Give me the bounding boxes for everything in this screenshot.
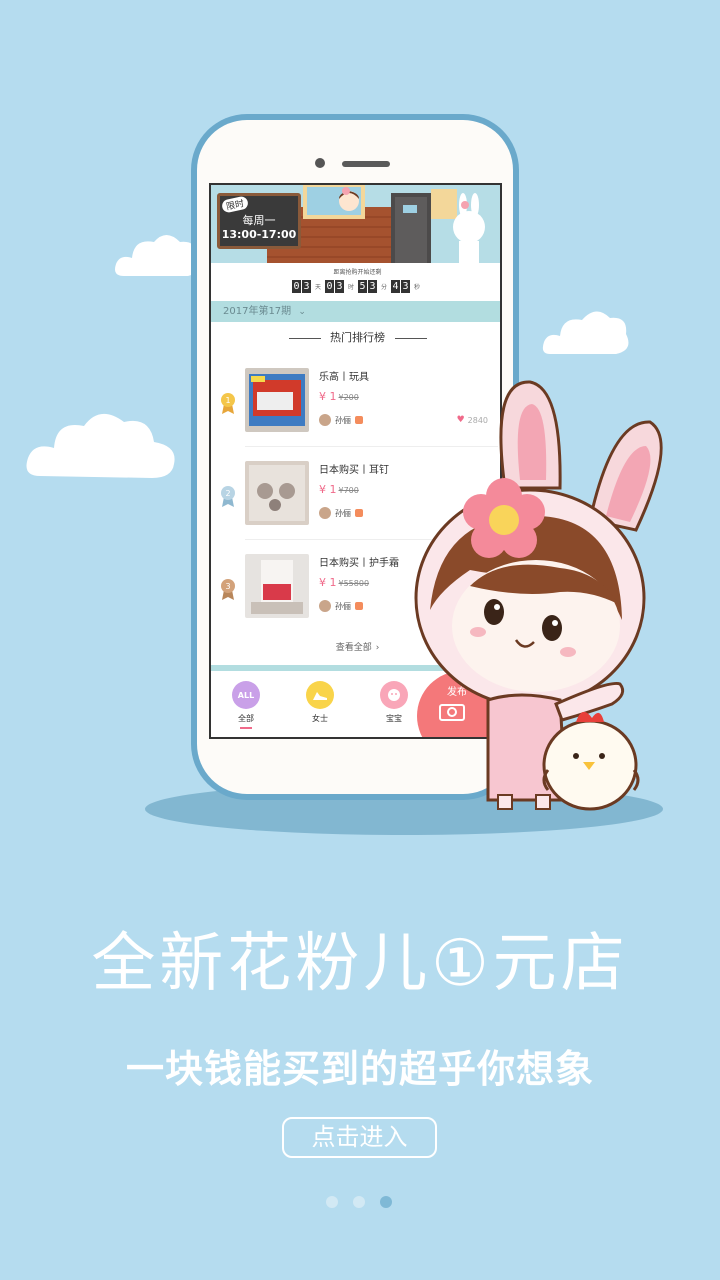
countdown-title: 距离抢购开始还剩 — [333, 269, 382, 276]
countdown-digit: 3 — [301, 280, 311, 293]
item-price-value: ¥ 1 — [319, 576, 337, 589]
item-price: ¥ 1 ¥200 — [319, 390, 359, 403]
item-price-value: ¥ 1 — [319, 390, 337, 403]
period-label: 2017年第17期 — [223, 306, 292, 317]
item-title: 乐高丨玩具 — [319, 372, 369, 383]
silver-medal-icon: 2 — [221, 486, 235, 507]
countdown-unit-hour: 时 — [347, 284, 354, 291]
item-thumbnail — [245, 554, 309, 618]
enter-button[interactable]: 点击进入 — [282, 1117, 437, 1158]
avatar — [319, 414, 331, 426]
publish-label: 发布 — [447, 687, 467, 698]
period-selector[interactable]: 2017年第17期 ⌄ — [211, 301, 500, 322]
countdown-digits: 0 3 天 0 3 时 5 3 分 4 3 秒 — [211, 280, 500, 293]
phone-camera — [315, 158, 325, 168]
verified-badge-icon — [355, 602, 363, 610]
schedule-day: 每周一 — [242, 214, 276, 227]
chevron-down-icon: ⌄ — [298, 307, 306, 317]
likes[interactable]: ♥ 2840 — [457, 415, 488, 425]
countdown-digit: 0 — [324, 280, 334, 293]
item-original-price: ¥200 — [338, 393, 359, 402]
item-original-price: ¥55800 — [338, 579, 370, 588]
countdown-digit: 3 — [368, 280, 377, 293]
medal-rank-text: 2 — [225, 489, 230, 498]
countdown-digit: 0 — [291, 280, 301, 293]
user-name: 孙俪 — [335, 508, 351, 518]
chevron-right-icon: › — [375, 643, 380, 653]
item-title: 日本购买丨护手霜 — [319, 558, 399, 569]
item-title: 日本购买丨耳钉 — [319, 465, 389, 476]
medal-rank-text: 1 — [225, 396, 230, 405]
tab-baby-label: 宝宝 — [386, 714, 402, 723]
app-screen: 限时 每周一 13:00-17:00 距离抢购开始还剩 0 3 天 0 3 时 … — [209, 183, 502, 739]
ranking-item[interactable]: 2 日本购买丨耳钉 ¥ 1 ¥700 孙俪 — [211, 447, 500, 540]
tab-women[interactable]: 女士 — [295, 681, 345, 724]
tab-baby[interactable]: 宝宝 — [369, 681, 419, 724]
item-price: ¥ 1 ¥55800 — [319, 576, 369, 589]
bronze-medal-icon: 3 — [221, 579, 235, 600]
schedule-board: 限时 每周一 13:00-17:00 — [217, 193, 301, 249]
camera-icon — [439, 704, 465, 721]
item-original-price: ¥700 — [338, 486, 359, 495]
ranking-title: 热门排行榜 — [211, 322, 500, 354]
countdown-digit: 3 — [401, 280, 411, 293]
countdown-unit-day: 天 — [314, 284, 321, 291]
avatar — [319, 507, 331, 519]
ranking-item[interactable]: 1 乐高丨玩具 ¥ 1 ¥200 孙俪 ♥ 2840 — [211, 354, 500, 447]
publish-button[interactable]: 发布 — [417, 671, 500, 737]
countdown-digit: 3 — [334, 280, 344, 293]
user-name: 孙俪 — [335, 415, 351, 425]
item-price-value: ¥ 1 — [319, 483, 337, 496]
high-heel-icon — [306, 681, 334, 709]
verified-badge-icon — [355, 509, 363, 517]
page-dot[interactable] — [353, 1196, 365, 1208]
item-user[interactable]: 孙俪 — [319, 414, 363, 426]
page-dot[interactable] — [326, 1196, 338, 1208]
countdown-unit-minute: 分 — [381, 284, 388, 291]
all-icon: ALL — [232, 681, 260, 709]
baby-icon — [380, 681, 408, 709]
page-indicator — [326, 1196, 392, 1208]
view-all-link[interactable]: 查看全部 › — [211, 633, 500, 663]
promo-banner[interactable]: 限时 每周一 13:00-17:00 — [211, 185, 500, 263]
countdown-digit: 4 — [391, 280, 401, 293]
tab-bar: ALL 全部 女士 宝宝 发布 — [211, 671, 500, 737]
phone-speaker — [342, 161, 390, 167]
item-thumbnail — [245, 368, 309, 432]
tab-all[interactable]: ALL 全部 — [221, 681, 271, 729]
hero-headline: 全新花粉儿①元店 — [91, 927, 629, 1001]
hero-subtitle: 一块钱能买到的超乎你想象 — [125, 1047, 594, 1091]
heart-icon: ♥ — [456, 415, 465, 425]
item-user[interactable]: 孙俪 — [319, 600, 363, 612]
item-thumbnail — [245, 461, 309, 525]
avatar — [319, 600, 331, 612]
view-all-label: 查看全部 — [335, 643, 372, 653]
gold-medal-icon: 1 — [221, 393, 235, 414]
tab-active-indicator — [240, 727, 252, 729]
item-price: ¥ 1 ¥700 — [319, 483, 359, 496]
cloud-left-top — [115, 235, 199, 276]
tab-all-label: 全部 — [238, 714, 254, 723]
tab-women-label: 女士 — [312, 714, 328, 723]
cloud-left-bottom — [26, 413, 175, 478]
countdown: 距离抢购开始还剩 0 3 天 0 3 时 5 3 分 4 3 秒 — [211, 263, 500, 301]
page-dot-active[interactable] — [380, 1196, 392, 1208]
schedule-time: 13:00-17:00 — [221, 228, 297, 241]
countdown-digit: 5 — [358, 280, 367, 293]
ranking-item[interactable]: 3 日本购买丨护手霜 ¥ 1 ¥55800 孙俪 — [211, 540, 500, 633]
medal-rank-text: 3 — [225, 582, 230, 591]
ranking-title-text: 热门排行榜 — [330, 331, 385, 344]
likes-count: 2840 — [467, 415, 488, 425]
limited-tag: 限时 — [220, 195, 250, 214]
countdown-unit-second: 秒 — [414, 284, 421, 291]
user-name: 孙俪 — [335, 601, 351, 611]
cloud-right — [542, 311, 629, 354]
verified-badge-icon — [355, 416, 363, 424]
item-user[interactable]: 孙俪 — [319, 507, 363, 519]
